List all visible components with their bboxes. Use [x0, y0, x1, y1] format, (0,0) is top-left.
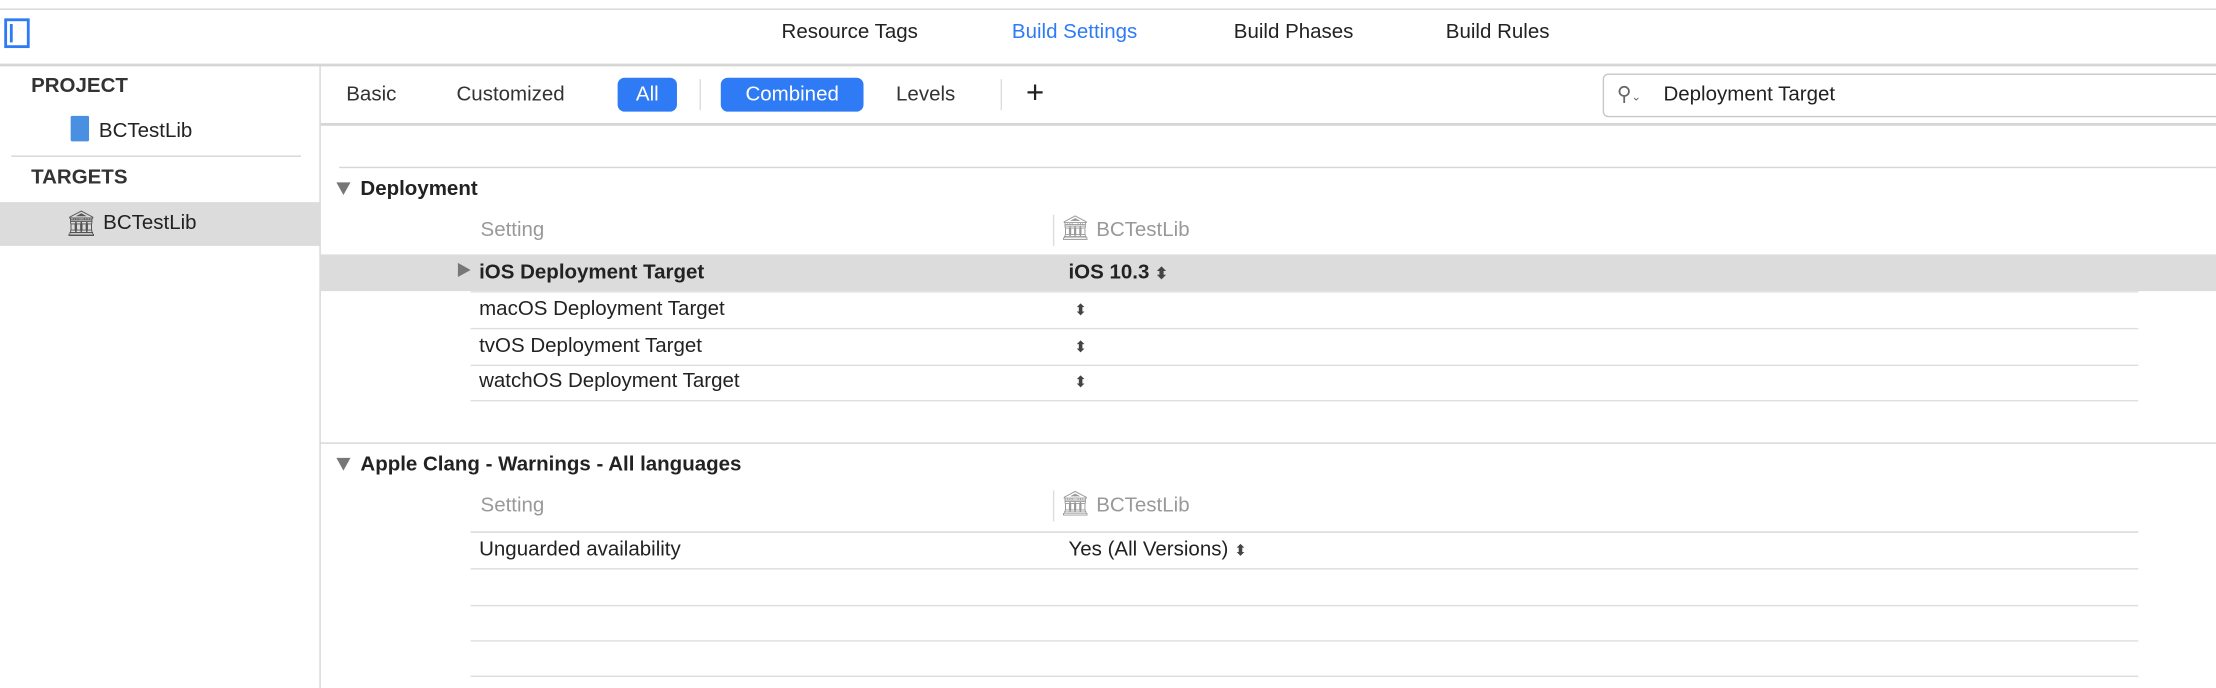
stepper-icon: ⬍	[1074, 302, 1088, 320]
view-levels[interactable]: Levels	[896, 83, 955, 106]
search-field[interactable]: ⚲⌄ Deployment Target	[1602, 73, 2216, 118]
search-input[interactable]: Deployment Target	[1663, 83, 1835, 106]
project-file-icon	[70, 115, 90, 142]
empty-row	[470, 640, 2139, 677]
sidebar-item-project[interactable]: BCTestLib	[70, 115, 192, 144]
add-setting-button[interactable]: +	[1026, 75, 1044, 112]
filter-customized[interactable]: Customized	[456, 83, 564, 106]
empty-row	[470, 605, 2139, 642]
library-target-icon: 🏛	[1059, 214, 1091, 242]
expand-triangle-icon[interactable]	[457, 262, 471, 278]
setting-row[interactable]: iOS Deployment Target iOS 10.3 ⬍	[470, 256, 2139, 293]
sidebar-item-target[interactable]: 🏛 BCTestLib	[0, 202, 320, 246]
search-icon: ⚲⌄	[1616, 81, 1641, 105]
setting-row[interactable]: Unguarded availability Yes (All Versions)…	[470, 533, 2139, 570]
tab-resource-tags[interactable]: Resource Tags	[782, 21, 918, 44]
section-header-apple-clang-warnings[interactable]: Apple Clang - Warnings - All languages	[336, 454, 741, 476]
view-combined[interactable]: Combined	[720, 77, 864, 112]
setting-row[interactable]: tvOS Deployment Target ⬍	[470, 329, 2139, 367]
stepper-icon: ⬍	[1233, 542, 1247, 560]
tab-build-settings[interactable]: Build Settings	[1012, 21, 1137, 44]
setting-row[interactable]: macOS Deployment Target ⬍	[470, 293, 2139, 330]
disclosure-triangle-icon	[336, 457, 351, 471]
column-header-setting: Setting	[480, 219, 545, 242]
library-target-icon: 🏛	[65, 209, 98, 238]
sidebar: PROJECT BCTestLib TARGETS 🏛 BCTestLib	[0, 66, 321, 688]
filter-all[interactable]: All	[617, 77, 677, 112]
tab-build-rules[interactable]: Build Rules	[1446, 21, 1550, 44]
column-header-target: 🏛 BCTestLib	[1059, 214, 1190, 242]
empty-row	[470, 570, 2139, 607]
library-target-icon: 🏛	[1059, 490, 1091, 518]
section-header-deployment[interactable]: Deployment	[336, 178, 478, 201]
filter-basic[interactable]: Basic	[346, 83, 396, 106]
tab-build-phases[interactable]: Build Phases	[1234, 21, 1354, 44]
project-header: PROJECT	[31, 74, 128, 98]
disclosure-triangle-icon	[336, 182, 351, 196]
stepper-icon: ⬍	[1074, 339, 1088, 357]
stepper-icon: ⬍	[1154, 265, 1169, 283]
column-header-target: 🏛 BCTestLib	[1059, 490, 1190, 518]
sidebar-toggle-icon[interactable]	[4, 18, 30, 49]
setting-row[interactable]: watchOS Deployment Target ⬍	[470, 365, 2139, 402]
stepper-icon: ⬍	[1074, 374, 1088, 392]
targets-header: TARGETS	[31, 166, 128, 190]
column-header-setting: Setting	[480, 494, 545, 518]
